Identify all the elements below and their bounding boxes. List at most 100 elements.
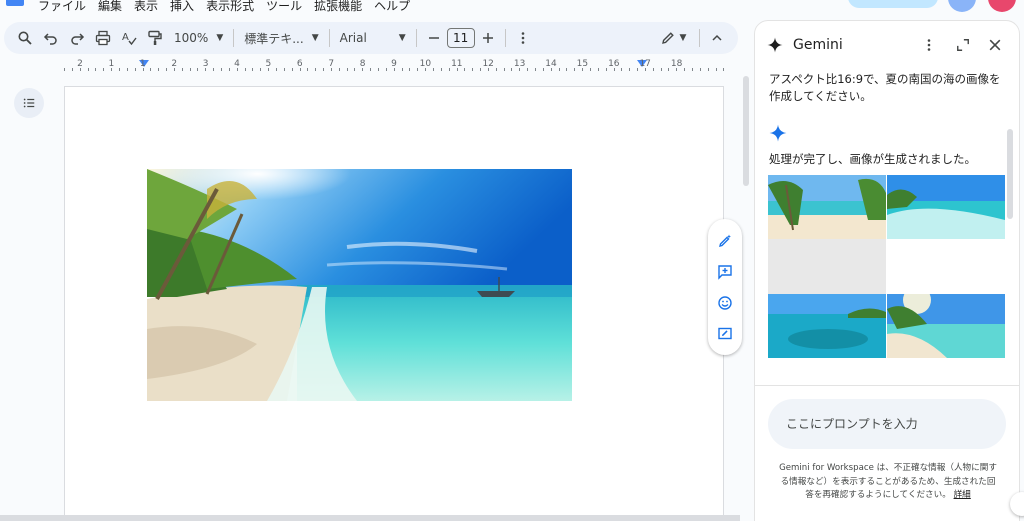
more-options-icon[interactable] <box>919 35 939 55</box>
search-menus-icon[interactable] <box>12 25 38 51</box>
redo-icon[interactable] <box>64 25 90 51</box>
toolbar-divider <box>233 29 235 47</box>
ruler-tick <box>158 68 160 71</box>
docs-logo-icon[interactable] <box>6 0 24 6</box>
ruler-tick <box>142 68 144 71</box>
ruler-tick <box>684 68 686 71</box>
ruler-tick <box>118 68 120 71</box>
ruler-tick <box>495 68 497 71</box>
print-icon[interactable] <box>90 25 116 51</box>
menu-format[interactable]: 表示形式 <box>206 0 254 14</box>
ruler-tick <box>268 68 270 71</box>
ruler-tick <box>425 68 427 71</box>
menu-extensions[interactable]: 拡張機能 <box>314 0 362 14</box>
image-loading-placeholder <box>768 239 886 294</box>
generated-image-3[interactable] <box>768 294 886 358</box>
help-me-write-icon[interactable] <box>714 230 736 252</box>
menu-tools[interactable]: ツール <box>266 0 302 14</box>
user-prompt-message: アスペクト比16:9で、夏の南国の海の画像を作成してください。 <box>769 72 1001 103</box>
ruler-tick <box>362 68 364 71</box>
suggest-edits-icon[interactable] <box>714 323 736 345</box>
ruler-tick <box>173 68 175 71</box>
ruler-tick <box>385 68 387 71</box>
gemini-scrollbar-thumb[interactable] <box>1007 129 1013 219</box>
expand-icon[interactable] <box>953 35 973 55</box>
document-outline-button[interactable] <box>14 88 44 118</box>
chevron-down-icon: ▼ <box>679 33 687 43</box>
paragraph-style-select[interactable]: 標準テキ... ▼ <box>238 30 324 47</box>
close-icon[interactable] <box>985 35 1005 55</box>
document-horizontal-scrollbar[interactable] <box>0 515 740 521</box>
ruler-tick <box>417 68 419 71</box>
ruler-tick <box>699 68 701 71</box>
ruler-tick <box>291 68 293 71</box>
ruler-tick <box>111 68 113 71</box>
emoji-reaction-icon[interactable] <box>714 292 736 314</box>
scrollbar-thumb[interactable] <box>0 515 740 521</box>
menu-edit[interactable]: 編集 <box>98 0 122 14</box>
gemini-divider <box>755 385 1019 386</box>
menu-file[interactable]: ファイル <box>38 0 86 14</box>
ruler-tick <box>103 68 105 71</box>
ruler-tick <box>432 68 434 71</box>
toolbar-divider <box>415 29 417 47</box>
ruler-tick <box>644 68 646 71</box>
zoom-select[interactable]: 100% ▼ <box>168 31 229 45</box>
menu-view[interactable]: 表示 <box>134 0 158 14</box>
ruler-tick <box>707 68 709 71</box>
font-value: Arial <box>339 31 367 45</box>
ruler-tick <box>307 68 309 71</box>
decrease-font-size-button[interactable] <box>421 25 447 51</box>
add-comment-icon[interactable] <box>714 261 736 283</box>
editing-mode-pencil-icon[interactable]: ▼ <box>651 25 695 51</box>
details-link[interactable]: 詳細 <box>954 490 971 500</box>
ruler-tick <box>652 68 654 71</box>
ruler-tick <box>228 68 230 71</box>
gemini-conversation[interactable]: アスペクト比16:9で、夏の南国の海の画像を作成してください。 処理が完了し、画… <box>755 69 1019 385</box>
ruler-tick <box>205 68 207 71</box>
ruler-tick <box>519 68 521 71</box>
ruler-tick <box>448 68 450 71</box>
menu-help[interactable]: ヘルプ <box>374 0 410 14</box>
document-page[interactable] <box>64 86 724 521</box>
ruler-tick <box>676 68 678 71</box>
generated-image-4[interactable] <box>887 294 1005 358</box>
ruler-tick <box>323 68 325 71</box>
ruler-tick <box>275 68 277 71</box>
ruler-tick <box>715 68 717 71</box>
avatar[interactable] <box>948 0 976 12</box>
share-button[interactable] <box>848 0 938 8</box>
generated-image-2[interactable] <box>887 175 1005 239</box>
scrollbar-thumb[interactable] <box>743 76 749 186</box>
ruler-tick <box>401 68 403 71</box>
ruler-tick <box>252 68 254 71</box>
chevron-down-icon: ▼ <box>398 33 406 43</box>
increase-font-size-button[interactable] <box>475 25 501 51</box>
floating-actions <box>708 219 742 355</box>
menu-insert[interactable]: 挿入 <box>170 0 194 14</box>
ruler-tick <box>692 68 693 71</box>
hide-menus-chevron-up-icon[interactable] <box>704 25 730 51</box>
ruler-tick <box>464 68 466 71</box>
gemini-prompt-input[interactable] <box>768 399 1006 449</box>
undo-icon[interactable] <box>38 25 64 51</box>
ruler-tick <box>95 68 97 71</box>
menu-bar: ファイル 編集 表示 挿入 表示形式 ツール 拡張機能 ヘルプ <box>0 0 760 16</box>
beach-image[interactable] <box>147 169 572 401</box>
ruler-tick <box>126 68 128 71</box>
spellcheck-icon[interactable]: A <box>116 25 142 51</box>
account-avatar[interactable] <box>988 0 1016 12</box>
toolbar-divider <box>328 29 330 47</box>
ruler-tick <box>503 68 505 71</box>
document-vertical-scrollbar[interactable] <box>742 76 750 516</box>
paint-format-icon[interactable] <box>142 25 168 51</box>
ruler-tick <box>393 68 395 71</box>
font-size-input[interactable]: 11 <box>446 28 475 48</box>
ruler-tick <box>527 68 529 71</box>
generated-image-1[interactable] <box>768 175 886 239</box>
ruler-tick <box>535 68 536 71</box>
ruler-tick <box>597 68 599 71</box>
font-select[interactable]: Arial ▼ <box>334 31 412 45</box>
more-options-icon[interactable] <box>510 25 536 51</box>
ruler[interactable]: 2 1 1 2 3 4 5 6 7 8 9 10 11 12 13 14 15 16 17 18 <box>60 58 728 74</box>
